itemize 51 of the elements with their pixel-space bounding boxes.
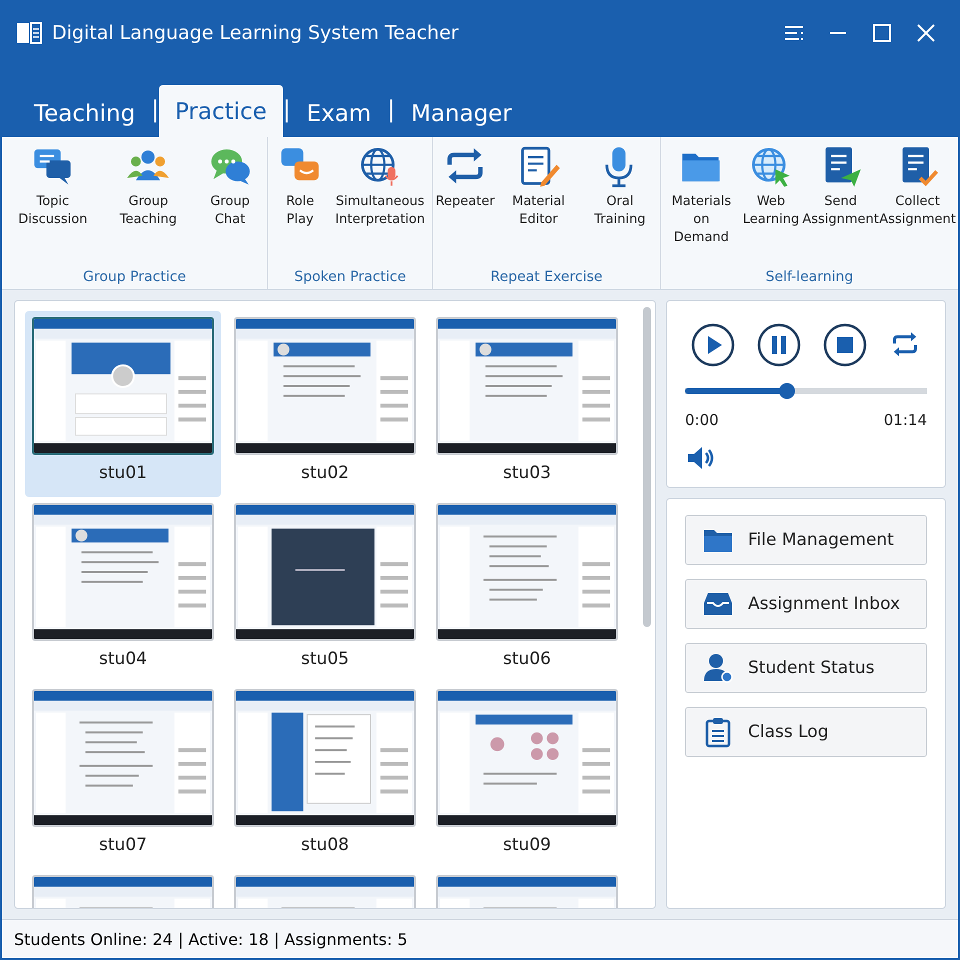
group-label: Repeat Exercise	[490, 269, 602, 285]
group-label: Spoken Practice	[294, 269, 406, 285]
user-status-icon	[702, 652, 734, 684]
tab[interactable]: Practice	[158, 85, 283, 137]
pause-button[interactable]	[757, 323, 801, 367]
student-screen-tile[interactable]: stu06	[429, 497, 625, 683]
tab-separator: |	[387, 97, 395, 125]
ribbon-button[interactable]: Role Play	[270, 145, 330, 269]
ribbon-button[interactable]: Oral Training	[582, 145, 658, 269]
stop-button[interactable]	[823, 323, 867, 367]
close-icon	[916, 23, 936, 43]
ribbon-button[interactable]: Group Chat	[194, 145, 266, 269]
status-text: Students Online: 24 | Active: 18 | Assignments: 5	[14, 930, 408, 948]
ribbon-button[interactable]: Simultaneous Interpretation	[330, 145, 430, 269]
current-time: 0:00	[685, 411, 719, 429]
ribbon-button[interactable]: Web Learning	[740, 145, 802, 269]
student-screen-tile[interactable]: stu09	[429, 683, 625, 869]
total-time: 01:14	[884, 411, 927, 429]
student-screen-tile[interactable]: stu05	[227, 497, 423, 683]
action-button[interactable]: Class Log	[685, 707, 927, 757]
student-screen-tile[interactable]: stu04	[25, 497, 221, 683]
ribbon-button[interactable]: Topic Discussion	[4, 145, 102, 269]
student-screen-tile[interactable]: stu08	[227, 683, 423, 869]
group-label: Self-learning	[766, 269, 854, 285]
play-button[interactable]	[691, 323, 735, 367]
student-screen-tile[interactable]: stu03	[429, 311, 625, 497]
maximize-icon	[872, 23, 892, 43]
menu-icon	[783, 24, 805, 42]
window-title: Digital Language Learning System Teacher	[52, 22, 460, 44]
ribbon-button[interactable]: Collect Assignment	[879, 145, 956, 269]
student-screen-tile[interactable]: stu01	[25, 311, 221, 497]
tab-separator: |	[282, 97, 291, 125]
app-logo-icon	[16, 21, 42, 45]
ribbon-button[interactable]: Material Editor	[495, 145, 582, 269]
tab-separator: |	[151, 97, 159, 125]
ribbon-button[interactable]: Repeater	[435, 145, 496, 269]
action-button[interactable]: Student Status	[685, 643, 927, 693]
action-button[interactable]: Assignment Inbox	[685, 579, 927, 629]
tab[interactable]: Manager	[394, 87, 528, 137]
tab[interactable]: Teaching	[18, 87, 152, 137]
ribbon-button[interactable]: Send Assignment	[802, 145, 880, 269]
student-screen-tile[interactable]: stu07	[25, 683, 221, 869]
scrollbar-thumb[interactable]	[643, 307, 651, 627]
slider-thumb[interactable]	[778, 383, 795, 399]
ribbon-button[interactable]: Materials on Demand	[662, 145, 740, 269]
ribbon-button[interactable]: Group Teaching	[102, 145, 195, 269]
tab[interactable]: Exam	[290, 87, 388, 137]
action-button[interactable]: File Management	[685, 515, 927, 565]
minimize-icon	[830, 32, 846, 34]
group-label: Group Practice	[83, 269, 186, 285]
student-screen-tile[interactable]: stu02	[227, 311, 423, 497]
